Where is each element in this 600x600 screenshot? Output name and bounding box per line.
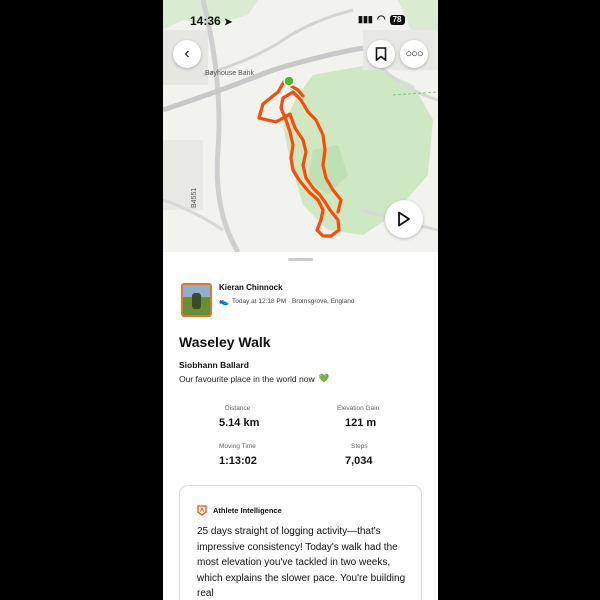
athlete-intelligence-icon	[197, 505, 207, 516]
athlete-intelligence-body: 25 days straight of logging activity—tha…	[197, 526, 406, 599]
phone-screen: 14:36 ➤ ▮▮▮ ◠ 78 ‹ ○○○ Bayhouse Bank B45…	[163, 0, 438, 600]
stat-moving-time-value: 1:13:02	[219, 455, 257, 467]
stat-elevation-label: Elevation Gain	[337, 405, 380, 412]
play-icon	[398, 211, 410, 227]
activity-meta-text: Today at 12:18 PM · Bromsgrove, England	[231, 298, 355, 305]
avatar[interactable]	[181, 283, 212, 317]
green-heart-emoji: 💚	[318, 373, 330, 383]
stat-moving-time-label: Moving Time	[219, 443, 256, 450]
flyover-play-button[interactable]	[385, 200, 423, 238]
athlete-intelligence-card[interactable]: Athlete Intelligence 25 days straight of…	[179, 485, 422, 600]
signal-icon: ▮▮▮	[358, 14, 373, 24]
sheet-grabber[interactable]	[288, 258, 313, 261]
battery-indicator: 78	[389, 14, 405, 25]
location-arrow-icon: ➤	[224, 17, 233, 28]
activity-title: Waseley Walk	[179, 334, 271, 350]
activity-description-text: Our favourite place in the world now	[179, 373, 315, 384]
status-time: 14:36 ➤	[190, 14, 233, 28]
status-icons: ▮▮▮ ◠ 78	[358, 14, 405, 25]
stat-steps-value: 7,034	[345, 455, 373, 467]
back-arrow-icon: ‹	[184, 45, 190, 62]
stat-distance-label: Distance	[225, 405, 251, 412]
activity-description: Our favourite place in the world now 💚	[179, 373, 329, 384]
more-dots-icon: ○○○	[405, 48, 424, 60]
athlete-intelligence-title: Athlete Intelligence	[213, 506, 282, 515]
activity-meta: 👟 Today at 12:18 PM · Bromsgrove, Englan…	[219, 297, 354, 306]
map-label-road: B4551	[191, 187, 198, 208]
stat-steps-label: Steps	[351, 443, 368, 450]
stat-elevation-value: 121 m	[345, 417, 377, 429]
more-options-button[interactable]: ○○○	[400, 40, 428, 68]
save-route-button[interactable]	[367, 40, 395, 68]
bookmark-icon	[375, 47, 387, 61]
stat-distance-value: 5.14 km	[219, 417, 260, 429]
activity-details-sheet[interactable]: Kieran Chinnock 👟 Today at 12:18 PM · Br…	[163, 252, 438, 600]
athlete-name[interactable]: Kieran Chinnock	[219, 283, 283, 292]
shoe-icon: 👟	[219, 297, 229, 306]
tagged-companion[interactable]: Siobhann Ballard	[179, 360, 249, 370]
back-button[interactable]: ‹	[173, 40, 201, 68]
wifi-icon: ◠	[376, 14, 386, 25]
route-map[interactable]: 14:36 ➤ ▮▮▮ ◠ 78 ‹ ○○○ Bayhouse Bank B45…	[163, 0, 438, 252]
map-label-place: Bayhouse Bank	[205, 70, 255, 77]
